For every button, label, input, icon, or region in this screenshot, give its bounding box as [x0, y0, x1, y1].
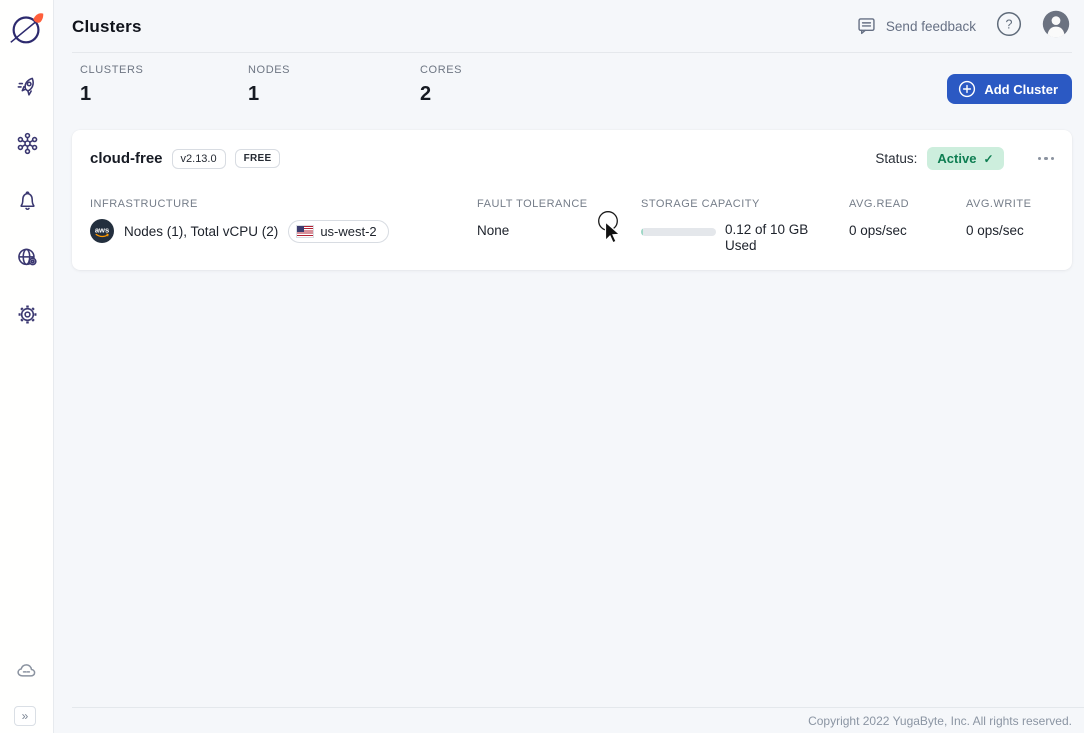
- version-badge: v2.13.0: [171, 148, 226, 169]
- region-name: us-west-2: [320, 223, 377, 239]
- stat-label: NODES: [248, 64, 291, 76]
- avg-write-label: AVG.WRITE: [966, 198, 1032, 210]
- check-icon: ✓: [983, 151, 994, 166]
- storage-capacity-label: STORAGE CAPACITY: [641, 198, 760, 210]
- cluster-card[interactable]: cloud-free v2.13.0 FREE Status: Active ✓…: [72, 130, 1072, 270]
- help-button[interactable]: ?: [996, 11, 1022, 42]
- cluster-card-header: cloud-free v2.13.0 FREE Status: Active ✓: [72, 130, 1072, 170]
- bell-icon: [15, 188, 40, 218]
- page-title: Clusters: [72, 16, 142, 36]
- add-cluster-button[interactable]: Add Cluster: [947, 74, 1072, 104]
- cloud-status-icon[interactable]: [14, 658, 40, 689]
- svg-text:aws: aws: [95, 226, 109, 235]
- sidebar: »: [0, 0, 54, 733]
- cluster-network-icon: [15, 131, 40, 161]
- main-content: Clusters Send feedback ? CLUSTERS 1 NODE…: [54, 0, 1084, 733]
- avg-write-value: 0 ops/sec: [966, 223, 1024, 238]
- stat-value: 1: [248, 83, 260, 105]
- globe-settings-icon: [15, 245, 40, 275]
- cluster-name: cloud-free: [90, 150, 163, 167]
- aws-icon: aws: [90, 219, 114, 243]
- sidebar-item-getting-started[interactable]: [14, 76, 40, 102]
- yugabyte-logo[interactable]: [0, 0, 54, 56]
- sidebar-item-clusters[interactable]: [14, 131, 40, 161]
- stat-clusters: CLUSTERS 1: [80, 64, 143, 106]
- rocket-icon: [15, 74, 40, 104]
- sidebar-item-alerts[interactable]: [14, 190, 40, 216]
- stat-label: CORES: [420, 64, 463, 76]
- fault-tolerance-label: FAULT TOLERANCE: [477, 198, 588, 210]
- footer: Copyright 2022 YugaByte, Inc. All rights…: [72, 707, 1084, 733]
- storage-usage-text: 0.12 of 10 GB Used: [725, 222, 809, 254]
- infrastructure-summary: Nodes (1), Total vCPU (2): [124, 223, 279, 239]
- storage-progress-bar: [641, 228, 716, 236]
- status-badge: Active ✓: [927, 147, 1004, 170]
- avatar: [1042, 10, 1070, 43]
- page-header: Clusters Send feedback ?: [54, 0, 1084, 53]
- expand-sidebar-button[interactable]: »: [14, 706, 36, 726]
- stat-label: CLUSTERS: [80, 64, 144, 76]
- stat-value: 1: [80, 83, 92, 105]
- stat-nodes: NODES 1: [248, 64, 290, 106]
- question-circle-icon: ?: [996, 11, 1022, 42]
- status-group: Status: Active ✓: [875, 147, 1056, 170]
- feedback-icon: [856, 15, 877, 39]
- stat-cores: CORES 2: [420, 64, 462, 106]
- us-flag-icon: [296, 224, 315, 238]
- user-menu-button[interactable]: [1042, 10, 1070, 43]
- avg-read-label: AVG.READ: [849, 198, 910, 210]
- sidebar-item-network-access[interactable]: [14, 247, 40, 273]
- status-label: Status:: [875, 151, 918, 166]
- plus-circle-icon: [958, 80, 976, 98]
- copyright-text: Copyright 2022 YugaByte, Inc. All rights…: [808, 713, 1072, 728]
- avg-read-value: 0 ops/sec: [849, 223, 907, 238]
- storage-capacity-column: STORAGE CAPACITY 0.12 of 10 GB Used: [641, 198, 817, 255]
- send-feedback-button[interactable]: Send feedback: [856, 15, 976, 39]
- infrastructure-label: INFRASTRUCTURE: [90, 198, 198, 210]
- storage-progress-fill: [641, 228, 644, 236]
- cluster-actions-menu-button[interactable]: [1036, 151, 1057, 167]
- avg-write-column: AVG.WRITE 0 ops/sec: [966, 198, 1031, 238]
- send-feedback-label: Send feedback: [885, 19, 976, 34]
- gear-icon: [15, 302, 40, 332]
- svg-text:?: ?: [1006, 18, 1013, 32]
- stats-row: CLUSTERS 1 NODES 1 CORES 2 Add Cluster: [54, 53, 1084, 117]
- sidebar-item-settings[interactable]: [14, 304, 40, 330]
- fault-tolerance-column: FAULT TOLERANCE None: [477, 198, 588, 238]
- fault-tolerance-value: None: [477, 223, 510, 238]
- infrastructure-column: INFRASTRUCTURE aws Nodes (1), Total vCPU…: [90, 198, 389, 243]
- add-cluster-label: Add Cluster: [984, 81, 1058, 97]
- region-badge: us-west-2: [288, 219, 389, 243]
- tier-badge: FREE: [234, 149, 281, 168]
- avg-read-column: AVG.READ 0 ops/sec: [849, 198, 909, 238]
- status-value: Active: [937, 151, 977, 166]
- stat-value: 2: [420, 83, 432, 105]
